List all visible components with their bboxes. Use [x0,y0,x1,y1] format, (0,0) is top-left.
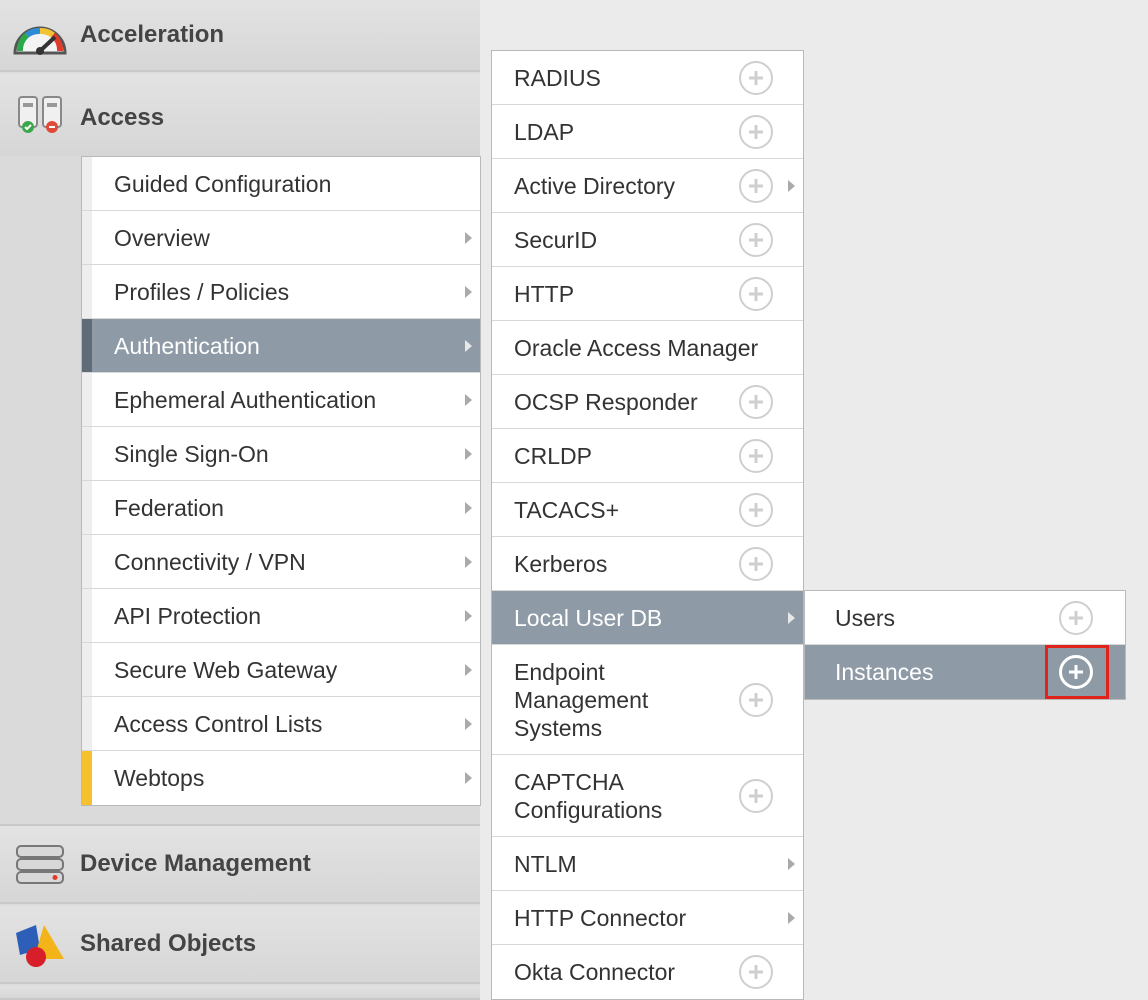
menu-item-ntlm[interactable]: NTLM [492,837,803,891]
menu-item-secure-web-gateway[interactable]: Secure Web Gateway [82,643,480,697]
add-circle-icon[interactable] [739,276,773,311]
menu-item-label: Overview [114,224,210,251]
add-circle-icon[interactable] [739,114,773,149]
add-circle-icon[interactable] [739,682,773,717]
menu-item-instances[interactable]: Instances [805,645,1125,699]
menu-item-tacacs[interactable]: TACACS+ [492,483,803,537]
menu-item-captcha-configurations[interactable]: CAPTCHA Configurations [492,755,803,837]
menu-item-connectivity-vpn[interactable]: Connectivity / VPN [82,535,480,589]
menu-item-federation[interactable]: Federation [82,481,480,535]
menu-item-radius[interactable]: RADIUS [492,51,803,105]
menu-item-oracle-access-manager[interactable]: Oracle Access Manager [492,321,803,375]
menu-item-label: Profiles / Policies [114,278,290,305]
menu-item-label: Federation [114,494,224,521]
chevron-right-icon [465,447,472,460]
add-circle-icon[interactable] [739,778,773,813]
local-user-db-submenu: Users Instances [804,590,1126,700]
menu-item-http-connector[interactable]: HTTP Connector [492,891,803,945]
menu-item-http[interactable]: HTTP [492,267,803,321]
chevron-right-icon [465,285,472,298]
add-circle-icon[interactable] [739,168,773,203]
nav-section-label: Acceleration [80,21,225,48]
menu-item-endpoint-management-systems[interactable]: Endpoint Management Systems [492,645,803,755]
add-circle-icon[interactable] [739,546,773,581]
menu-item-label: CAPTCHA Configurations [514,768,663,823]
menu-item-label: Ephemeral Authentication [114,386,377,413]
menu-item-api-protection[interactable]: API Protection [82,589,480,643]
speedometer-icon [10,7,70,63]
menu-item-profiles-policies[interactable]: Profiles / Policies [82,265,480,319]
menu-item-label: Oracle Access Manager [514,334,759,361]
menu-item-webtops[interactable]: Webtops [82,751,480,805]
access-icon [10,90,70,140]
nav-section-access[interactable]: Access [0,74,480,156]
menu-item-okta-connector[interactable]: Okta Connector [492,945,803,999]
chevron-right-icon [465,609,472,622]
menu-item-label: Single Sign-On [114,440,269,467]
nav-section-label: Device Management [80,850,311,877]
nav-section-label: Shared Objects [80,930,257,957]
chevron-right-icon [465,339,472,352]
menu-item-label: Authentication [114,332,260,359]
menu-item-active-directory[interactable]: Active Directory [492,159,803,213]
chevron-right-icon [465,231,472,244]
menu-item-label: Guided Configuration [114,170,332,197]
add-circle-icon[interactable] [739,60,773,95]
nav-section-device-management[interactable]: Device Management [0,824,480,904]
menu-item-label: NTLM [514,850,577,877]
menu-item-ephemeral-authentication[interactable]: Ephemeral Authentication [82,373,480,427]
chevron-right-icon [788,911,795,924]
menu-item-ocsp-responder[interactable]: OCSP Responder [492,375,803,429]
menu-item-label: HTTP Connector [514,904,687,931]
chevron-right-icon [465,663,472,676]
add-circle-icon[interactable] [1059,600,1093,635]
chevron-right-icon [465,501,472,514]
menu-item-ldap[interactable]: LDAP [492,105,803,159]
menu-item-single-sign-on[interactable]: Single Sign-On [82,427,480,481]
menu-item-securid[interactable]: SecurID [492,213,803,267]
nav-section-acceleration[interactable]: Acceleration [0,0,480,72]
chevron-right-icon [788,857,795,870]
menu-item-label: Secure Web Gateway [114,656,338,683]
menu-item-label: Local User DB [514,604,663,631]
add-circle-icon[interactable] [1059,655,1093,689]
chevron-right-icon [465,772,472,784]
authentication-submenu: RADIUS LDAP Active Directory SecurID HTT… [491,50,804,1000]
menu-item-local-user-db[interactable]: Local User DB [492,591,803,645]
menu-item-guided-configuration[interactable]: Guided Configuration [82,157,480,211]
nav-section-partial [0,986,480,1000]
add-circle-icon[interactable] [739,222,773,257]
menu-item-kerberos[interactable]: Kerberos [492,537,803,591]
chevron-right-icon [465,717,472,730]
shapes-icon [10,916,70,972]
nav-section-shared-objects[interactable]: Shared Objects [0,906,480,984]
nav-section-label: Access [80,104,165,131]
add-circle-icon[interactable] [739,384,773,419]
server-icon [10,836,70,892]
menu-item-overview[interactable]: Overview [82,211,480,265]
menu-item-label: Connectivity / VPN [114,548,306,575]
menu-item-label: API Protection [114,602,262,629]
add-circle-icon[interactable] [739,955,773,989]
menu-item-label: Endpoint Management Systems [514,658,649,741]
menu-item-label: Access Control Lists [114,710,323,737]
chevron-right-icon [465,555,472,568]
menu-item-authentication[interactable]: Authentication [82,319,480,373]
chevron-right-icon [465,393,472,406]
access-submenu: Guided Configuration Overview Profiles /… [81,156,481,806]
chevron-right-icon [788,611,795,624]
add-circle-icon[interactable] [739,492,773,527]
add-circle-icon[interactable] [739,438,773,473]
menu-item-access-control-lists[interactable]: Access Control Lists [82,697,480,751]
chevron-right-icon [788,179,795,192]
menu-item-users[interactable]: Users [805,591,1125,645]
menu-item-label: Webtops [114,765,205,791]
menu-item-crldp[interactable]: CRLDP [492,429,803,483]
